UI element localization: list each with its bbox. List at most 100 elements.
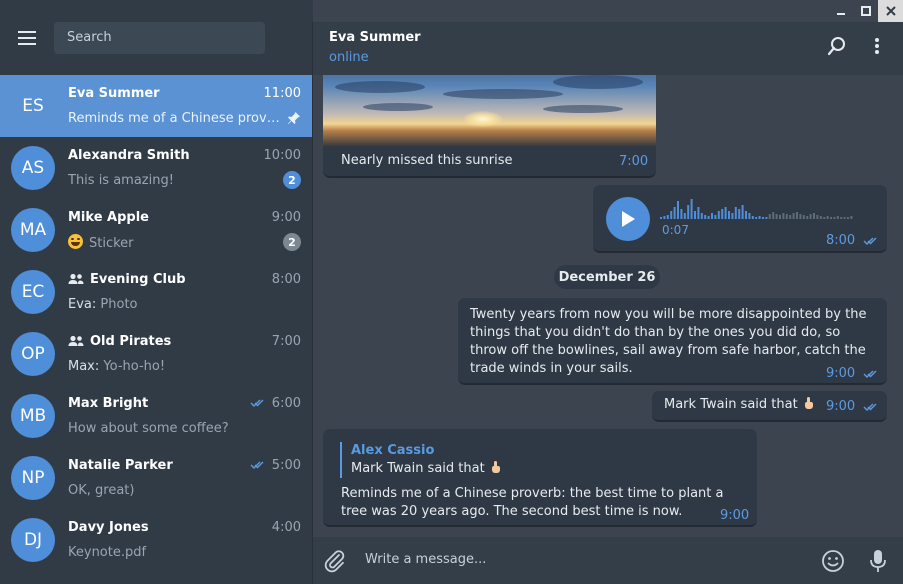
chat-item-top: Mike Apple 9:00 [68, 206, 301, 228]
waveform-bar [704, 215, 707, 219]
waveform-bar [683, 213, 686, 219]
waveform-bar [741, 205, 744, 219]
chat-item[interactable]: MA Mike Apple 9:00 Sticker 2 [0, 199, 312, 261]
chat-preview-text: Sticker [89, 235, 134, 251]
microphone-icon[interactable] [869, 549, 887, 577]
chat-time-wrap: 5:00 [250, 458, 301, 473]
double-check-icon [863, 402, 881, 412]
chat-item-body: Max Bright 6:00 How about some coffee? [68, 392, 312, 440]
incoming-reply-message[interactable]: Alex Cassio Mark Twain said that Reminds… [323, 429, 757, 527]
emoji-icon[interactable] [821, 549, 845, 577]
chat-item-top: Alexandra Smith 10:00 [68, 144, 301, 166]
message-time: 9:00 [720, 508, 750, 523]
chat-item[interactable]: EC Evening Club 8:00 Eva: Photo [0, 261, 312, 323]
window-controls [828, 0, 903, 22]
chat-preview: Max: Yo-ho-ho! [68, 359, 301, 374]
waveform-bar [765, 217, 768, 219]
more-vertical-icon[interactable] [869, 36, 885, 60]
play-icon[interactable] [606, 197, 650, 241]
chat-item[interactable]: ES Eva Summer 11:00 Reminds me of a Chinese… [0, 75, 312, 137]
chat-name-wrap: Mike Apple [68, 210, 272, 225]
waveform-bar [799, 214, 802, 219]
waveform-bar [813, 213, 815, 219]
outgoing-message[interactable]: Mark Twain said that 9:00 [652, 391, 887, 422]
voice-message[interactable]: 0:07 8:00 [593, 185, 887, 253]
chat-item-body: Eva Summer 11:00 Reminds me of a Chinese p… [68, 82, 312, 130]
sunrise-photo[interactable] [323, 75, 656, 146]
message-time: 7:00 [619, 154, 649, 169]
outgoing-message[interactable]: Twenty years from now you will be more d… [458, 298, 887, 385]
chat-item-bottom: OK, great) [68, 478, 301, 502]
grinning-emoji [68, 233, 83, 249]
chat-name: Mike Apple [68, 209, 149, 225]
message-text: Twenty years from now you will be more d… [470, 307, 867, 376]
chat-preview-text: OK, great) [68, 482, 135, 498]
chat-preview: OK, great) [68, 483, 301, 498]
waveform-bar [819, 216, 822, 219]
date-separator: December 26 [554, 265, 660, 289]
reply-quote[interactable]: Mark Twain said that [351, 461, 500, 476]
minimize-icon[interactable] [828, 0, 853, 22]
waveform[interactable] [660, 199, 860, 221]
waveform-bar [663, 216, 666, 219]
chat-name: Eva Summer [68, 85, 160, 101]
chat-item-bottom: Sticker 2 [68, 230, 301, 254]
chat-name-wrap: Alexandra Smith [68, 148, 264, 163]
chat-item[interactable]: DJ Davy Jones 4:00 Keynote.pdf [0, 509, 312, 571]
waveform-bar [673, 207, 676, 219]
search-input[interactable]: Search [54, 21, 265, 54]
waveform-bar [792, 213, 795, 219]
search-icon[interactable] [827, 36, 847, 60]
message-time: 9:00 [826, 399, 856, 414]
message-input[interactable] [365, 552, 805, 567]
chat-title[interactable]: Eva Summer [329, 30, 421, 45]
chat-time-wrap: 7:00 [272, 334, 301, 349]
waveform-bar [772, 212, 775, 219]
avatar: AS [11, 146, 55, 190]
hamburger-menu-icon[interactable] [16, 27, 38, 49]
chat-name-wrap: Eva Summer [68, 86, 264, 101]
waveform-bar [789, 215, 792, 219]
chat-preview-text: How about some coffee? [68, 420, 229, 436]
chat-item[interactable]: NP Natalie Parker 5:00 OK, great) [0, 447, 312, 509]
chat-time: 9:00 [271, 209, 301, 225]
waveform-bar [833, 217, 836, 219]
reply-bar [340, 442, 342, 478]
waveform-bar [843, 217, 846, 219]
chat-name-wrap: Old Pirates [68, 334, 272, 349]
avatar: DJ [11, 518, 55, 562]
attach-icon[interactable] [323, 549, 347, 577]
waveform-bar [847, 217, 849, 219]
waveform-bar [802, 215, 805, 219]
reply-author[interactable]: Alex Cassio [351, 443, 434, 458]
chat-preview-sender: Eva: [68, 296, 97, 312]
reply-quote-text: Mark Twain said that [351, 461, 485, 476]
chat-item-bottom: This is amazing! 2 [68, 168, 301, 192]
chat-item[interactable]: MB Max Bright 6:00 How about some coffee? [0, 385, 312, 447]
group-icon [68, 273, 84, 285]
chat-time-wrap: 11:00 [264, 86, 301, 101]
chat-item[interactable]: AS Alexandra Smith 10:00 This is amazing! 2 [0, 137, 312, 199]
waveform-bar [731, 213, 734, 219]
maximize-icon[interactable] [853, 0, 878, 22]
waveform-bar [836, 216, 839, 219]
compose-bar [313, 537, 903, 584]
waveform-bar [728, 211, 730, 219]
avatar: NP [11, 456, 55, 500]
avatar: EC [11, 270, 55, 314]
message-text: Mark Twain said that [664, 397, 813, 412]
photo-caption: Nearly missed this sunrise [341, 153, 513, 168]
chat-item[interactable]: OP Old Pirates 7:00 Max: Yo-ho-ho! [0, 323, 312, 385]
avatar: MA [11, 208, 55, 252]
waveform-bar [830, 217, 832, 219]
photo-message[interactable]: Nearly missed this sunrise 7:00 [323, 75, 656, 178]
chat-item-body: Mike Apple 9:00 Sticker 2 [68, 206, 312, 254]
waveform-bar [677, 201, 679, 219]
chat-item-top: Eva Summer 11:00 [68, 82, 301, 104]
chat-name: Max Bright [68, 395, 149, 411]
message-area[interactable]: Nearly missed this sunrise 7:00 0:07 8:0… [313, 75, 903, 537]
chat-preview-text: Reminds me of a Chinese proverb: the bes… [68, 110, 281, 126]
sidebar: Search ES Eva Summer 11:00 Reminds me of a … [0, 0, 312, 584]
close-icon[interactable] [878, 0, 903, 22]
message-text: Reminds me of a Chinese proverb: the bes… [341, 486, 724, 519]
